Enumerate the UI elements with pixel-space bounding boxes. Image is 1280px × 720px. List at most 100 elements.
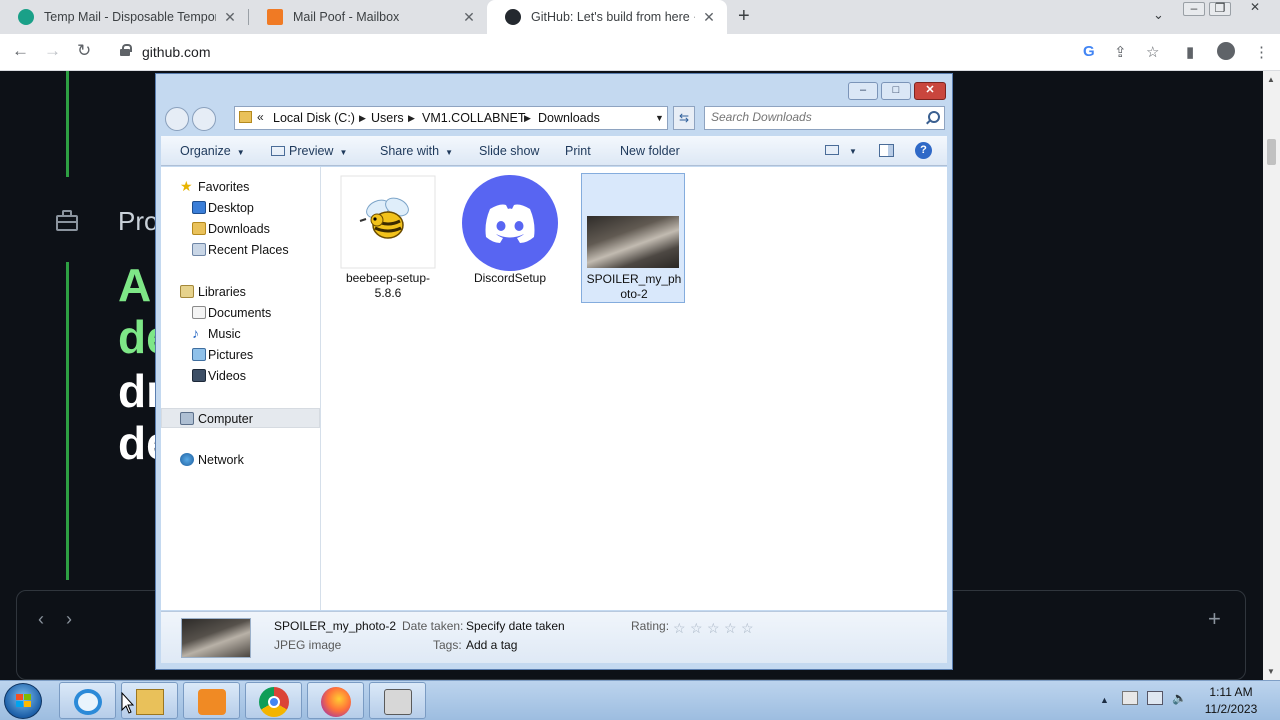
nav-desktop[interactable]: Desktop <box>161 198 320 218</box>
overflow-chevron-icon[interactable]: « <box>257 110 264 124</box>
breadcrumb-downloads[interactable]: Downloads <box>538 111 600 125</box>
side-panel-icon[interactable]: ▮ <box>1186 43 1194 61</box>
share-with-button[interactable]: Share with ▼ <box>380 144 453 158</box>
preview-pane-icon[interactable] <box>879 144 894 157</box>
slide-show-button[interactable]: Slide show <box>479 144 539 158</box>
address-dropdown-icon[interactable]: ▼ <box>655 113 664 123</box>
nav-pictures[interactable]: Pictures <box>161 345 320 365</box>
browser-menu-icon[interactable]: ⋮ <box>1254 43 1269 61</box>
photo-thumbnail <box>587 216 679 268</box>
browser-minimize-button[interactable]: – <box>1183 2 1205 16</box>
details-photo-thumbnail <box>181 618 251 658</box>
preview-icon <box>271 146 285 156</box>
search-icon[interactable] <box>925 111 940 125</box>
timeline-line-top <box>66 71 69 177</box>
nav-computer[interactable]: Computer <box>161 408 320 428</box>
rating-star-icon[interactable]: ☆ <box>724 620 737 637</box>
file-name: beebeep-setup-5.8.6 <box>345 271 431 300</box>
taskbar-firefox[interactable] <box>307 682 364 719</box>
help-icon[interactable]: ? <box>915 142 932 159</box>
tags-value[interactable]: Add a tag <box>466 638 517 652</box>
new-folder-button[interactable]: New folder <box>620 144 680 158</box>
back-arrow-icon[interactable]: ← <box>12 41 29 61</box>
forward-arrow-icon[interactable]: → <box>44 41 61 61</box>
breadcrumb-local-disk[interactable]: Local Disk (C:) <box>273 111 355 125</box>
briefcase-icon <box>55 210 79 232</box>
browser-close-button[interactable]: ✕ <box>1244 1 1266 16</box>
volume-muted-icon[interactable]: 🔈 <box>1172 691 1187 705</box>
action-center-flag-icon[interactable] <box>1122 691 1138 705</box>
network-status-icon[interactable] <box>1147 691 1163 705</box>
tab-close-icon[interactable]: ✕ <box>461 9 477 26</box>
windows-taskbar: ▲ 🔈 1:11 AM 11/2/2023 <box>0 680 1280 720</box>
file-list-pane: beebeep-setup-5.8.6 DiscordSetup SPOILER… <box>321 167 947 610</box>
bookmark-star-icon[interactable]: ☆ <box>1146 43 1159 61</box>
rating-label: Rating: <box>631 619 670 633</box>
search-downloads-box[interactable] <box>704 106 945 130</box>
tab-mail-poof[interactable]: Mail Poof - Mailbox ✕ <box>249 0 487 34</box>
nav-favorites[interactable]: ★ Favorites <box>161 177 320 197</box>
rating-star-icon[interactable]: ☆ <box>707 620 720 637</box>
taskbar-chrome[interactable] <box>245 682 302 719</box>
nav-videos[interactable]: Videos <box>161 366 320 386</box>
change-view-icon[interactable] <box>825 145 839 155</box>
panel-next-icon[interactable]: › <box>66 609 72 630</box>
url-text[interactable]: github.com <box>142 44 210 60</box>
tab-github[interactable]: GitHub: Let's build from here · Gi ✕ <box>487 0 727 34</box>
taskbar-internet-explorer[interactable] <box>59 682 116 719</box>
page-scrollbar[interactable]: ▲ ▼ <box>1263 71 1280 680</box>
profile-avatar-icon[interactable] <box>1217 42 1235 60</box>
taskbar-virtual-disk[interactable] <box>369 682 426 719</box>
print-button[interactable]: Print <box>565 144 591 158</box>
address-bar[interactable]: github.com <box>108 38 1172 66</box>
date-taken-value[interactable]: Specify date taken <box>466 619 565 633</box>
organize-button[interactable]: Organize ▼ <box>180 144 245 158</box>
preview-button[interactable]: Preview ▼ <box>271 144 347 158</box>
mouse-cursor-icon <box>121 692 135 714</box>
breadcrumb-separator-icon[interactable]: ▶ <box>359 113 366 124</box>
share-icon[interactable]: ⇪ <box>1114 43 1127 61</box>
taskbar-media-player[interactable] <box>183 682 240 719</box>
start-button[interactable] <box>4 683 42 719</box>
tab-search-chevron-icon[interactable]: ⌄ <box>1153 7 1164 23</box>
nav-documents[interactable]: Documents <box>161 303 320 323</box>
nav-recent-places[interactable]: Recent Places <box>161 240 320 260</box>
search-downloads-input[interactable] <box>711 110 911 124</box>
browser-restore-button[interactable]: ❐ <box>1209 2 1231 16</box>
nav-downloads[interactable]: Downloads <box>161 219 320 239</box>
nav-network[interactable]: Network <box>161 450 320 470</box>
new-tab-button[interactable]: + <box>738 5 750 28</box>
breadcrumb-users[interactable]: Users <box>371 111 404 125</box>
nav-libraries[interactable]: Libraries <box>161 282 320 302</box>
rating-star-icon[interactable]: ☆ <box>690 620 703 637</box>
breadcrumb-separator-icon[interactable]: ▶ <box>408 113 415 124</box>
view-dropdown-icon[interactable]: ▼ <box>849 147 857 156</box>
system-clock[interactable]: 1:11 AM 11/2/2023 <box>1196 684 1266 718</box>
tab-temp-mail[interactable]: Temp Mail - Disposable Tempora ✕ <box>0 0 248 34</box>
breadcrumb-separator-icon[interactable]: ▶ <box>524 113 531 124</box>
reload-icon[interactable]: ↻ <box>77 41 91 61</box>
virtual-disk-icon <box>384 689 412 715</box>
file-item-beebeep[interactable]: beebeep-setup-5.8.6 <box>340 175 436 300</box>
show-hidden-icons-icon[interactable]: ▲ <box>1100 695 1109 705</box>
tab-close-icon[interactable]: ✕ <box>701 9 717 26</box>
nav-music[interactable]: ♪ Music <box>161 324 320 344</box>
google-lens-icon[interactable]: G <box>1083 43 1095 60</box>
explorer-refresh-icon[interactable]: ⇆ <box>673 106 695 130</box>
explorer-command-bar: Organize ▼ Preview ▼ Share with ▼ Slide sho… <box>161 136 947 166</box>
panel-add-icon[interactable]: + <box>1208 606 1221 632</box>
explorer-minimize-button[interactable]: – <box>848 82 878 100</box>
tab-close-icon[interactable]: ✕ <box>222 9 238 26</box>
scrollbar-thumb[interactable] <box>1267 139 1276 165</box>
explorer-address-bar[interactable]: « Local Disk (C:) ▶ Users ▶ VM1.COLLABNE… <box>234 106 668 130</box>
explorer-forward-button[interactable] <box>192 107 216 131</box>
breadcrumb-vm1[interactable]: VM1.COLLABNET <box>422 111 526 125</box>
explorer-close-button[interactable]: ✕ <box>914 82 946 100</box>
explorer-back-button[interactable] <box>165 107 189 131</box>
rating-star-icon[interactable]: ☆ <box>673 620 686 637</box>
explorer-maximize-button[interactable]: □ <box>881 82 911 100</box>
file-item-spoiler-photo[interactable]: SPOILER_my_photo-2 <box>581 173 685 303</box>
rating-star-icon[interactable]: ☆ <box>741 620 754 637</box>
panel-prev-icon[interactable]: ‹ <box>38 609 44 630</box>
file-item-discordsetup[interactable]: DiscordSetup <box>462 175 558 297</box>
